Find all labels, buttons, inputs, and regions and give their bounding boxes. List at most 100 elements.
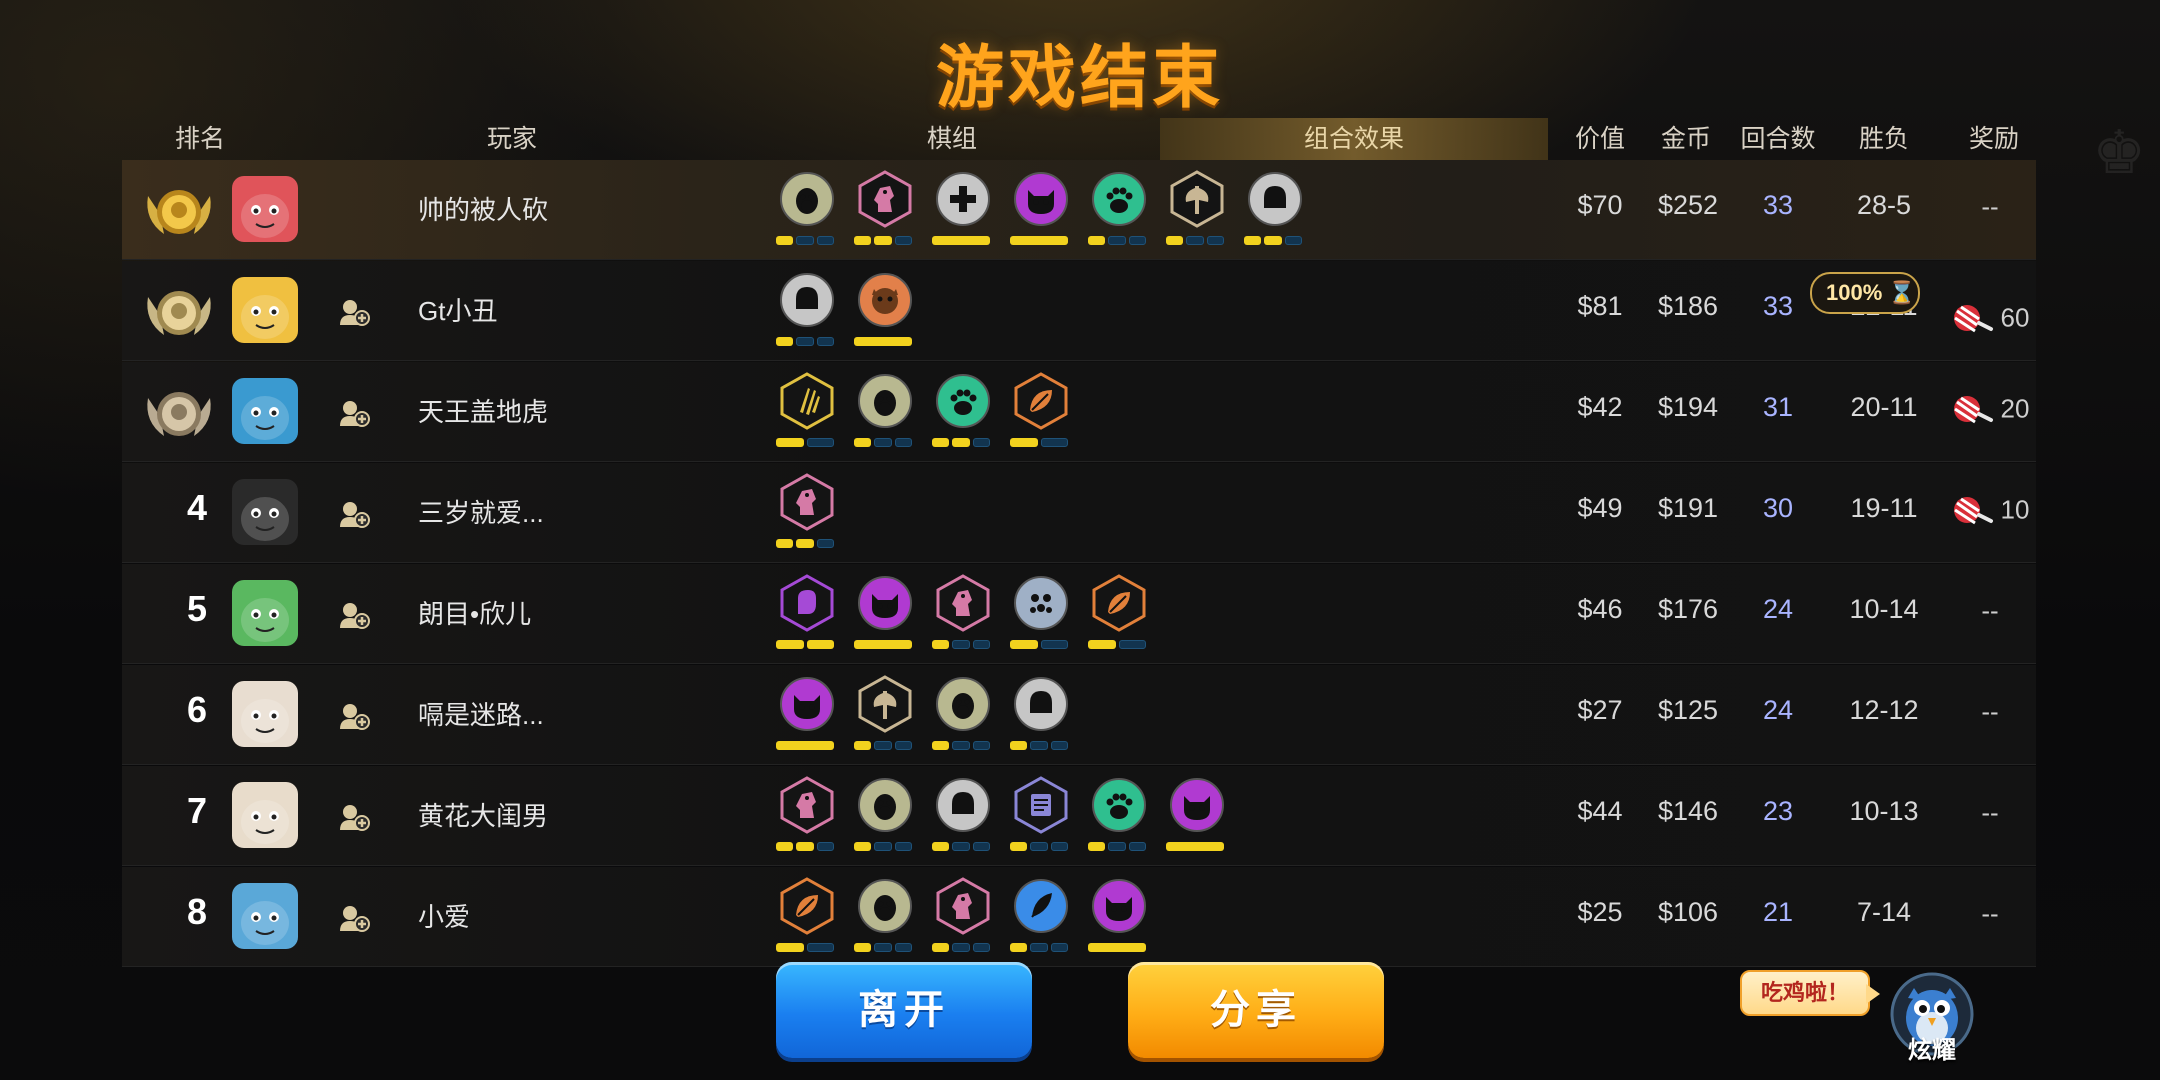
synergy-level-bar — [1088, 842, 1106, 851]
synergy-level-bar — [952, 741, 970, 750]
synergy-axe[interactable] — [854, 675, 916, 761]
synergy-cross[interactable] — [932, 170, 994, 256]
add-friend-icon[interactable] — [338, 903, 370, 933]
synergy-penguin[interactable] — [932, 675, 994, 761]
synergy-level-bar — [1166, 842, 1224, 851]
tab-lineup[interactable]: 棋组 — [862, 118, 1042, 160]
synergy-helmet[interactable] — [1244, 170, 1306, 256]
header-record: 胜负 — [1858, 125, 1909, 153]
synergy-knight[interactable] — [776, 473, 838, 559]
synergy-leaf[interactable] — [1088, 574, 1150, 660]
synergy-paw[interactable] — [932, 372, 994, 458]
synergy-helmet[interactable] — [776, 271, 838, 357]
synergy-claw[interactable] — [776, 372, 838, 458]
table-row[interactable]: 7 黄花大闺男 $44 $146 23 10-13 -- — [122, 766, 2036, 866]
synergy-level-bar — [776, 640, 804, 649]
reward-bonus-text: 100% — [1826, 280, 1883, 305]
synergy-leaf[interactable] — [776, 877, 838, 963]
avatar[interactable] — [232, 580, 298, 646]
synergy-axe[interactable] — [1166, 170, 1228, 256]
synergy-paw[interactable] — [1088, 776, 1150, 862]
table-row[interactable]: 8 小爱 $25 $106 21 7-14 -- — [122, 867, 2036, 967]
synergy-penguin[interactable] — [776, 170, 838, 256]
reward-value: -- — [1981, 696, 1999, 727]
rank-number: 5 — [186, 588, 208, 629]
tab-combo-effect[interactable]: 组合效果 — [1160, 118, 1548, 160]
add-friend-icon[interactable] — [338, 398, 370, 428]
candy-icon — [1953, 305, 1993, 333]
header-reward: 奖励 — [1968, 125, 2019, 153]
rank-number: 6 — [186, 689, 208, 730]
table-row[interactable]: 6 嗝是迷路... $27 $125 24 12-12 -- — [122, 665, 2036, 765]
synergy-leaf[interactable] — [1010, 372, 1072, 458]
synergy-level-bar — [874, 741, 892, 750]
synergy-level-bar — [874, 236, 892, 245]
reward-value: -- — [1981, 898, 1999, 929]
reward-value: 10 — [2000, 494, 2030, 525]
reward-cell: 10 — [1930, 493, 2050, 527]
synergy-scroll[interactable] — [1010, 776, 1072, 862]
synergy-demon[interactable] — [1166, 776, 1228, 862]
synergy-dots[interactable] — [1010, 574, 1072, 660]
synergy-level-bar — [854, 337, 912, 346]
avatar[interactable] — [232, 681, 298, 747]
synergy-penguin[interactable] — [854, 372, 916, 458]
synergy-knight[interactable] — [932, 877, 994, 963]
share-button[interactable]: 分享 — [1128, 962, 1384, 1058]
synergy-level-bar — [1030, 943, 1048, 952]
synergy-demon[interactable] — [854, 574, 916, 660]
add-friend-icon[interactable] — [338, 802, 370, 832]
avatar[interactable] — [232, 479, 298, 545]
synergy-level-bar — [776, 842, 794, 851]
avatar[interactable] — [232, 378, 298, 444]
synergy-level-bar — [894, 236, 912, 245]
synergy-level-bar — [806, 438, 834, 447]
table-row[interactable]: 4 三岁就爱... $49 $191 30 19-11 10 — [122, 463, 2036, 563]
gold-cell: $125 — [1657, 695, 1719, 725]
avatar[interactable] — [232, 176, 298, 242]
synergy-penguin[interactable] — [854, 877, 916, 963]
add-friend-icon[interactable] — [338, 499, 370, 529]
avatar[interactable] — [232, 883, 298, 949]
add-friend-icon[interactable] — [338, 600, 370, 630]
player-name: 帅的被人砍 — [418, 195, 549, 225]
synergy-paw[interactable] — [1088, 170, 1150, 256]
add-friend-icon[interactable] — [338, 701, 370, 731]
synergy-knight[interactable] — [932, 574, 994, 660]
rounds-cell: 33 — [1762, 190, 1794, 220]
synergy-level-bar — [1010, 438, 1038, 447]
synergy-knight[interactable] — [854, 170, 916, 256]
table-row[interactable]: 天王盖地虎 $42 $194 31 20-11 20 — [122, 362, 2036, 462]
synergy-demon[interactable] — [776, 675, 838, 761]
avatar[interactable] — [232, 277, 298, 343]
synergy-level-bar — [972, 438, 990, 447]
synergy-feather[interactable] — [1010, 877, 1072, 963]
flaunt-label[interactable]: 炫耀 — [1886, 1030, 1978, 1065]
synergy-level-bar — [1128, 236, 1146, 245]
header-player: 玩家 — [486, 125, 537, 153]
record-cell: 10-13 — [1849, 796, 1919, 826]
gold-cell: $176 — [1657, 594, 1719, 624]
table-row[interactable]: 5 朗目•欣儿 $46 $176 24 10-14 -- — [122, 564, 2036, 664]
add-friend-icon[interactable] — [338, 297, 370, 327]
synergy-helmet[interactable] — [932, 776, 994, 862]
synergy-demon[interactable] — [1088, 877, 1150, 963]
synergy-level-bar — [1088, 640, 1116, 649]
reward-cell: -- — [1930, 190, 2050, 223]
synergy-level-bar — [1264, 236, 1282, 245]
synergy-level-bar — [932, 741, 950, 750]
table-row[interactable]: 帅的被人砍 $70 $252 33 28-5 -- — [122, 160, 2036, 260]
synergy-penguin[interactable] — [854, 776, 916, 862]
synergy-helmet[interactable] — [1010, 675, 1072, 761]
value-cell: $70 — [1577, 190, 1623, 220]
reward-value: 20 — [2000, 393, 2030, 424]
reward-cell: -- — [1930, 594, 2050, 627]
synergy-fist[interactable] — [776, 574, 838, 660]
leave-button[interactable]: 离开 — [776, 962, 1032, 1058]
synergy-ogre[interactable] — [854, 271, 916, 357]
synergy-level-bar — [1010, 842, 1028, 851]
avatar[interactable] — [232, 782, 298, 848]
synergy-demon[interactable] — [1010, 170, 1072, 256]
table-row[interactable]: Gt小丑 $81 $186 33 22-11 60 — [122, 261, 2036, 361]
synergy-knight[interactable] — [776, 776, 838, 862]
